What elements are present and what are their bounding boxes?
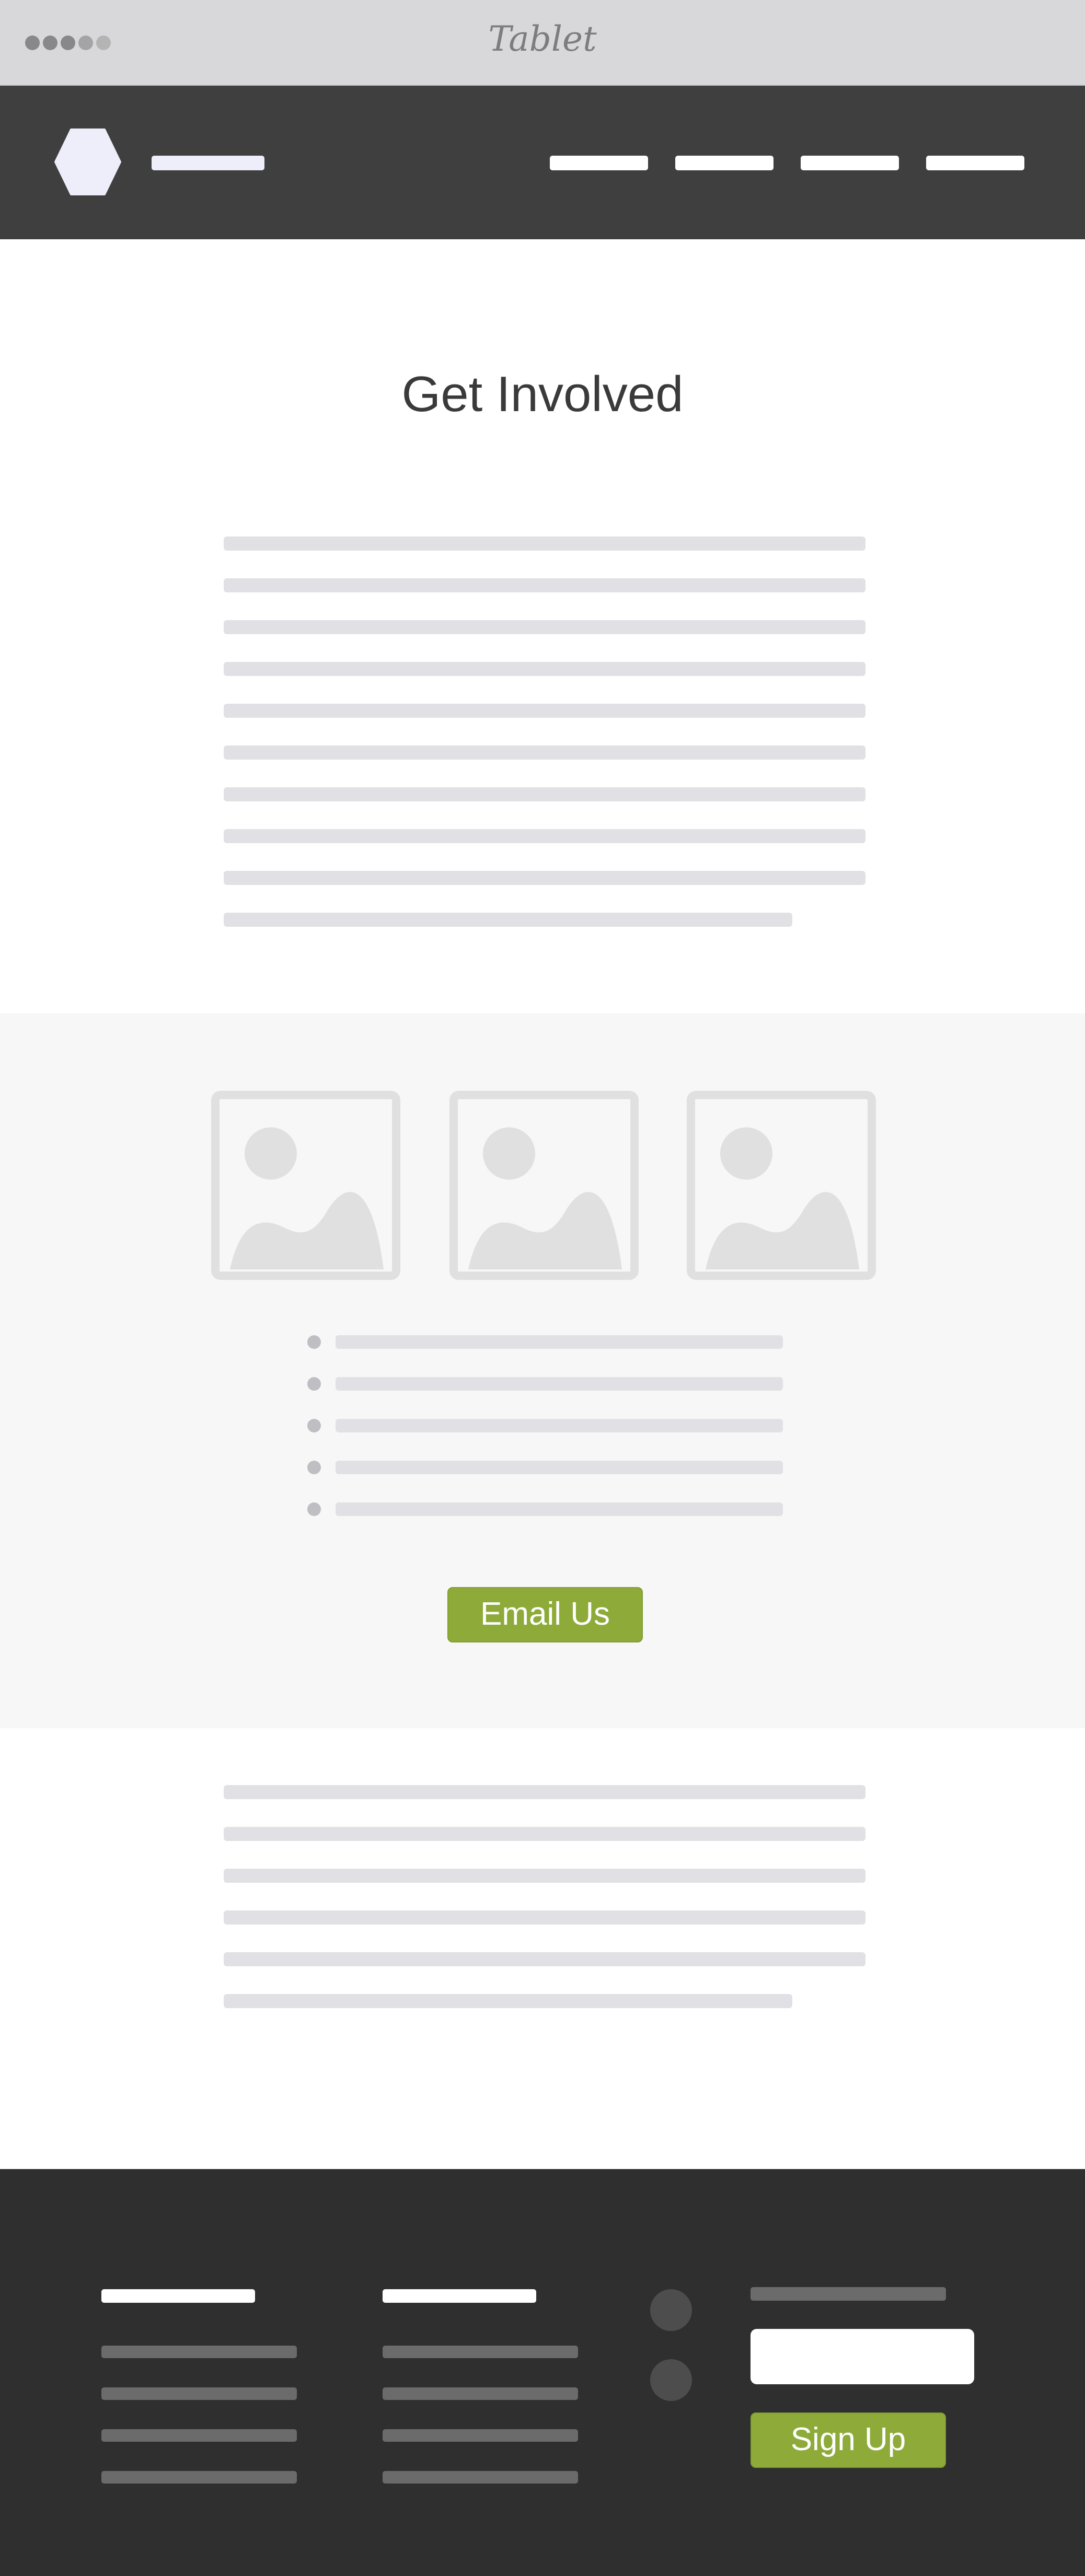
footer-link[interactable]: [101, 2429, 297, 2442]
text-line: [224, 662, 865, 676]
text-line: [224, 620, 865, 634]
bullet-icon: [307, 1419, 321, 1432]
text-line: [224, 578, 865, 592]
text-line: [224, 787, 865, 801]
social-circle-icon[interactable]: [650, 2359, 692, 2401]
footer-link[interactable]: [101, 2346, 297, 2358]
hexagon-logo-icon[interactable]: [54, 127, 121, 196]
device-frame-bar: Tablet: [0, 0, 1085, 86]
text-line: [224, 1994, 792, 2008]
nav-item-2[interactable]: [675, 156, 774, 170]
footer-link[interactable]: [101, 2471, 297, 2484]
nav-item-4[interactable]: [926, 156, 1024, 170]
text-line: [224, 1910, 865, 1925]
bullet-icon: [307, 1335, 321, 1349]
text-line: [224, 704, 865, 718]
text-line: [224, 745, 865, 760]
site-header: [0, 86, 1085, 239]
list-item: [336, 1377, 783, 1391]
nav-item-1[interactable]: [550, 156, 648, 170]
bullet-icon: [307, 1502, 321, 1516]
text-line: [224, 537, 865, 551]
footer-link[interactable]: [383, 2471, 578, 2484]
gallery-section: Email Us: [0, 1013, 1085, 1728]
image-placeholder-icon: [449, 1091, 639, 1280]
list-item: [336, 1335, 783, 1349]
text-line: [224, 1827, 865, 1841]
nav-item-3[interactable]: [801, 156, 899, 170]
signup-email-input[interactable]: [751, 2329, 974, 2384]
footer-link[interactable]: [383, 2387, 578, 2400]
social-circle-icon[interactable]: [650, 2289, 692, 2331]
footer-link[interactable]: [383, 2429, 578, 2442]
footer-link[interactable]: [383, 2346, 578, 2358]
list-item: [336, 1502, 783, 1516]
email-us-button[interactable]: Email Us: [447, 1587, 643, 1642]
footer-column-heading: [101, 2289, 255, 2303]
text-line: [224, 829, 865, 843]
text-line: [224, 871, 865, 885]
text-line: [224, 1869, 865, 1883]
bullet-icon: [307, 1461, 321, 1474]
bullet-icon: [307, 1377, 321, 1391]
list-item: [336, 1461, 783, 1474]
footer-link[interactable]: [101, 2387, 297, 2400]
site-name-placeholder[interactable]: [152, 156, 264, 170]
sign-up-button[interactable]: Sign Up: [751, 2412, 946, 2468]
image-placeholder-icon: [687, 1091, 876, 1280]
signup-label-placeholder: [751, 2287, 946, 2301]
device-title: Tablet: [488, 19, 597, 59]
image-placeholder-icon: [211, 1091, 400, 1280]
footer-column-heading: [383, 2289, 536, 2303]
page-title: Get Involved: [401, 366, 684, 422]
text-line: [224, 913, 792, 927]
text-line: [224, 1952, 865, 1966]
site-footer: Sign Up: [0, 2169, 1085, 2576]
text-line: [224, 1785, 865, 1799]
list-item: [336, 1419, 783, 1432]
